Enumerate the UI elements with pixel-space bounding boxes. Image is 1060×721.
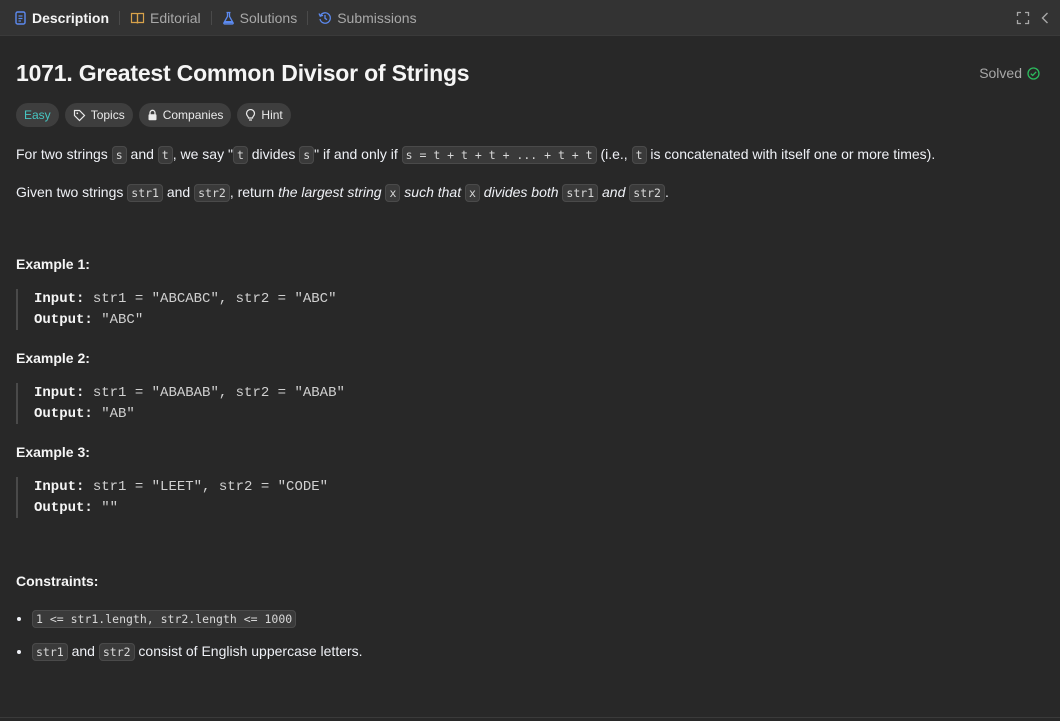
input-label: Input: bbox=[34, 479, 85, 495]
output-label: Output: bbox=[34, 311, 93, 328]
tab-divider bbox=[210, 10, 212, 25]
description-paragraph-2: Given two strings str1 and str2, return … bbox=[16, 181, 1044, 204]
input-label: Input: bbox=[34, 291, 85, 307]
emphasis-text: such that bbox=[400, 184, 465, 200]
tab-bar: Description Editorial Solutions Submissi… bbox=[0, 0, 1060, 36]
emphasis-text: the largest string bbox=[278, 184, 386, 200]
history-icon bbox=[318, 11, 332, 24]
text: Given two strings bbox=[16, 184, 128, 200]
companies-label: Companies bbox=[162, 108, 224, 122]
lock-icon bbox=[148, 109, 157, 121]
inline-code: x bbox=[385, 184, 401, 202]
tab-description[interactable]: Description bbox=[10, 10, 113, 26]
book-icon bbox=[130, 12, 145, 24]
text: " if and only if bbox=[314, 146, 402, 162]
example-block: Input: str1 = "ABABAB", str2 = "ABAB" Ou… bbox=[16, 383, 1044, 424]
example-output: "AB" bbox=[101, 405, 135, 422]
example-block: Input: str1 = "ABCABC", str2 = "ABC" Out… bbox=[16, 289, 1044, 330]
tag-icon bbox=[73, 109, 86, 121]
solved-label: Solved bbox=[979, 65, 1022, 81]
topics-button[interactable]: Topics bbox=[64, 103, 133, 127]
inline-code: s bbox=[299, 146, 315, 164]
problem-content: 1071. Greatest Common Divisor of Strings… bbox=[0, 60, 1060, 663]
tab-divider bbox=[307, 10, 309, 25]
text: For two strings bbox=[16, 146, 112, 162]
inline-code: str1 bbox=[32, 643, 68, 661]
input-label: Input: bbox=[34, 385, 85, 401]
example-block: Input: str1 = "LEET", str2 = "CODE" Outp… bbox=[16, 477, 1044, 518]
tab-solutions[interactable]: Solutions bbox=[218, 10, 302, 26]
example-title: Example 3: bbox=[16, 444, 90, 460]
inline-code: s = t + t + t + ... + t + t bbox=[401, 146, 597, 164]
emphasis-text: and bbox=[598, 184, 630, 200]
topics-label: Topics bbox=[90, 108, 125, 122]
tab-submissions-label: Submissions bbox=[337, 9, 417, 26]
example-output: "" bbox=[101, 499, 119, 516]
example-input: str1 = "LEET", str2 = "CODE" bbox=[92, 479, 329, 495]
lightbulb-icon bbox=[246, 108, 256, 121]
problem-title: 1071. Greatest Common Divisor of Strings bbox=[16, 59, 470, 86]
solved-status: Solved bbox=[979, 65, 1040, 81]
inline-code: t bbox=[157, 146, 173, 164]
example-input: str1 = "ABABAB", str2 = "ABAB" bbox=[92, 385, 345, 401]
output-label: Output: bbox=[34, 499, 93, 516]
panel-divider bbox=[0, 717, 1060, 718]
flask-icon bbox=[222, 11, 234, 25]
constraint-item: 1 <= str1.length, str2.length <= 1000 bbox=[32, 607, 1044, 630]
inline-code: str1 bbox=[562, 184, 599, 202]
inline-code: t bbox=[232, 146, 248, 164]
fullscreen-icon[interactable] bbox=[1016, 11, 1030, 25]
example-title: Example 2: bbox=[16, 350, 90, 366]
constraints-list: 1 <= str1.length, str2.length <= 1000 st… bbox=[16, 607, 1044, 663]
inline-code: str2 bbox=[194, 184, 230, 202]
text: and bbox=[67, 643, 99, 659]
check-circle-icon bbox=[1027, 66, 1040, 80]
inline-code: str2 bbox=[98, 643, 135, 661]
hint-button[interactable]: Hint bbox=[237, 103, 291, 127]
inline-code: s bbox=[111, 146, 127, 164]
text: is concatenated with itself one or more … bbox=[646, 146, 936, 162]
text: , return bbox=[229, 184, 279, 200]
text: . bbox=[664, 184, 669, 200]
text: and bbox=[126, 146, 158, 162]
inline-code: str1 bbox=[127, 184, 163, 202]
document-icon bbox=[15, 10, 26, 25]
problem-tags: Easy Topics Companies Hint bbox=[16, 103, 1044, 127]
text: (i.e., bbox=[596, 146, 632, 162]
text: consist of English uppercase letters. bbox=[134, 643, 363, 659]
tab-editorial-label: Editorial bbox=[150, 9, 201, 26]
output-label: Output: bbox=[34, 405, 93, 422]
tab-solutions-label: Solutions bbox=[239, 9, 298, 26]
inline-code: str2 bbox=[629, 184, 665, 202]
description-paragraph-1: For two strings s and t, we say " t divid… bbox=[16, 143, 1044, 166]
emphasis-text: divides both bbox=[479, 184, 563, 200]
inline-code: t bbox=[631, 146, 647, 164]
inline-code: 1 <= str1.length, str2.length <= 1000 bbox=[32, 610, 297, 628]
constraint-item: str1 and str2 consist of English upperca… bbox=[32, 640, 1044, 663]
text: , we say " bbox=[172, 146, 233, 162]
tab-submissions[interactable]: Submissions bbox=[314, 10, 420, 26]
difficulty-label: Easy bbox=[24, 108, 51, 122]
tab-description-label: Description bbox=[32, 9, 110, 26]
text: divides bbox=[247, 146, 300, 162]
inline-code: x bbox=[464, 184, 480, 202]
hint-label: Hint bbox=[261, 108, 283, 122]
difficulty-badge: Easy bbox=[16, 103, 59, 127]
text: and bbox=[162, 184, 195, 200]
constraints-title: Constraints: bbox=[16, 573, 99, 589]
companies-button[interactable]: Companies bbox=[138, 103, 232, 127]
example-output: "ABC" bbox=[101, 311, 144, 328]
tab-divider bbox=[119, 10, 121, 25]
example-title: Example 1: bbox=[16, 256, 90, 272]
tab-editorial[interactable]: Editorial bbox=[126, 10, 205, 26]
collapse-icon[interactable] bbox=[1040, 11, 1050, 25]
example-input: str1 = "ABCABC", str2 = "ABC" bbox=[92, 291, 337, 307]
